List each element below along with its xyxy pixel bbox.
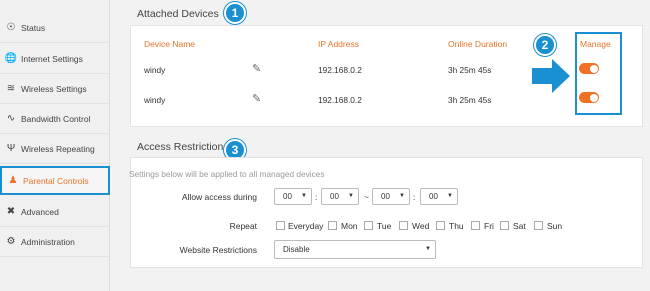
website-restrictions-value: Disable	[283, 245, 310, 254]
sidebar: ☉ Status 🌐 Internet Settings ≋ Wireless Set…	[0, 0, 110, 291]
checkbox-wed[interactable]	[399, 221, 408, 230]
online-duration: 3h 25m 45s	[448, 65, 492, 75]
website-restrictions-label: Website Restrictions	[179, 245, 257, 255]
caret-down-icon: ▼	[447, 193, 453, 199]
sidebar-item-label: Wireless Settings	[21, 83, 87, 94]
sidebar-item-internet-settings[interactable]: 🌐 Internet Settings	[0, 44, 110, 74]
day-label: Sat	[513, 221, 526, 231]
arrow-right-icon	[532, 59, 570, 93]
header-ip-address: IP Address	[318, 39, 359, 49]
caret-down-icon: ▼	[425, 246, 431, 252]
sidebar-item-bandwidth-control[interactable]: ∿ Bandwidth Control	[0, 104, 110, 134]
website-restrictions-select[interactable]: Disable ▼	[274, 240, 436, 259]
main-content: Attached Devices 1 Device Name IP Addres…	[111, 0, 650, 291]
checkbox-fri[interactable]	[471, 221, 480, 230]
bandwidth-icon: ∿	[6, 113, 16, 124]
checkbox-thu[interactable]	[436, 221, 445, 230]
sidebar-item-label: Status	[21, 22, 46, 33]
checkbox-sun[interactable]	[534, 221, 543, 230]
start-minute-select[interactable]: 00 ▼	[321, 188, 359, 205]
tools-icon: ✖	[6, 206, 16, 217]
day-label: Fri	[484, 221, 494, 231]
header-online-duration: Online Duration	[448, 39, 508, 49]
sidebar-item-parental-controls[interactable]: ♟ Parental Controls	[0, 166, 110, 195]
sidebar-item-label: Internet Settings	[21, 53, 83, 64]
repeater-icon: Ψ	[6, 143, 16, 154]
ip-address: 192.168.0.2	[318, 65, 362, 75]
day-label: Everyday	[288, 221, 324, 231]
access-restrictions-title: Access Restrictions	[137, 141, 229, 153]
start-hour-select[interactable]: 00 ▼	[274, 188, 312, 205]
sidebar-item-wireless-repeating[interactable]: Ψ Wireless Repeating	[0, 134, 110, 164]
time-range-separator: ~	[364, 192, 369, 202]
step-badge-1: 1	[224, 2, 246, 24]
sidebar-item-label: Advanced	[21, 206, 59, 217]
attached-devices-title: Attached Devices	[137, 8, 219, 20]
sidebar-item-administration[interactable]: ⚙ Administration	[0, 227, 110, 257]
day-label: Wed	[412, 221, 430, 231]
checkbox-mon[interactable]	[328, 221, 337, 230]
caret-down-icon: ▼	[301, 193, 307, 199]
sidebar-item-label: Bandwidth Control	[21, 113, 91, 124]
pencil-icon[interactable]: ✎	[252, 92, 261, 105]
day-label: Thu	[449, 221, 464, 231]
checkbox-everyday[interactable]	[276, 221, 285, 230]
device-name: windy	[144, 65, 166, 75]
day-label: Tue	[377, 221, 392, 231]
day-label: Mon	[341, 221, 358, 231]
day-label: Sun	[547, 221, 563, 231]
start-hour-value: 00	[283, 192, 292, 201]
repeat-label: Repeat	[229, 221, 257, 231]
end-minute-value: 00	[429, 192, 438, 201]
header-device-name: Device Name	[144, 39, 196, 49]
checkbox-tue[interactable]	[364, 221, 373, 230]
sidebar-item-status[interactable]: ☉ Status	[0, 13, 110, 43]
device-name: windy	[144, 95, 166, 105]
wifi-icon: ≋	[6, 83, 16, 94]
caret-down-icon: ▼	[399, 193, 405, 199]
time-separator: :	[413, 192, 416, 202]
online-duration: 3h 25m 45s	[448, 95, 492, 105]
parental-icon: ♟	[8, 175, 18, 186]
pencil-icon[interactable]: ✎	[252, 62, 261, 75]
sidebar-item-wireless-settings[interactable]: ≋ Wireless Settings	[0, 74, 110, 104]
end-hour-value: 00	[381, 192, 390, 201]
sidebar-item-advanced[interactable]: ✖ Advanced	[0, 197, 110, 227]
sidebar-item-label: Parental Controls	[23, 175, 89, 186]
caret-down-icon: ▼	[348, 193, 354, 199]
sidebar-item-label: Wireless Repeating	[21, 143, 95, 154]
ip-address: 192.168.0.2	[318, 95, 362, 105]
allow-access-label: Allow access during	[181, 192, 257, 202]
end-hour-select[interactable]: 00 ▼	[372, 188, 410, 205]
checkbox-sat[interactable]	[500, 221, 509, 230]
end-minute-select[interactable]: 00 ▼	[420, 188, 458, 205]
time-separator: :	[315, 192, 318, 202]
settings-note: Settings below will be applied to all ma…	[129, 169, 325, 179]
sidebar-item-label: Administration	[21, 236, 75, 247]
globe-icon: 🌐	[4, 53, 18, 64]
globe-icon: ☉	[6, 22, 16, 33]
gear-icon: ⚙	[6, 236, 16, 247]
access-restrictions-panel: Settings below will be applied to all ma…	[129, 157, 643, 268]
manage-highlight-box	[575, 32, 622, 115]
step-badge-2: 2	[534, 34, 556, 56]
start-minute-value: 00	[330, 192, 339, 201]
